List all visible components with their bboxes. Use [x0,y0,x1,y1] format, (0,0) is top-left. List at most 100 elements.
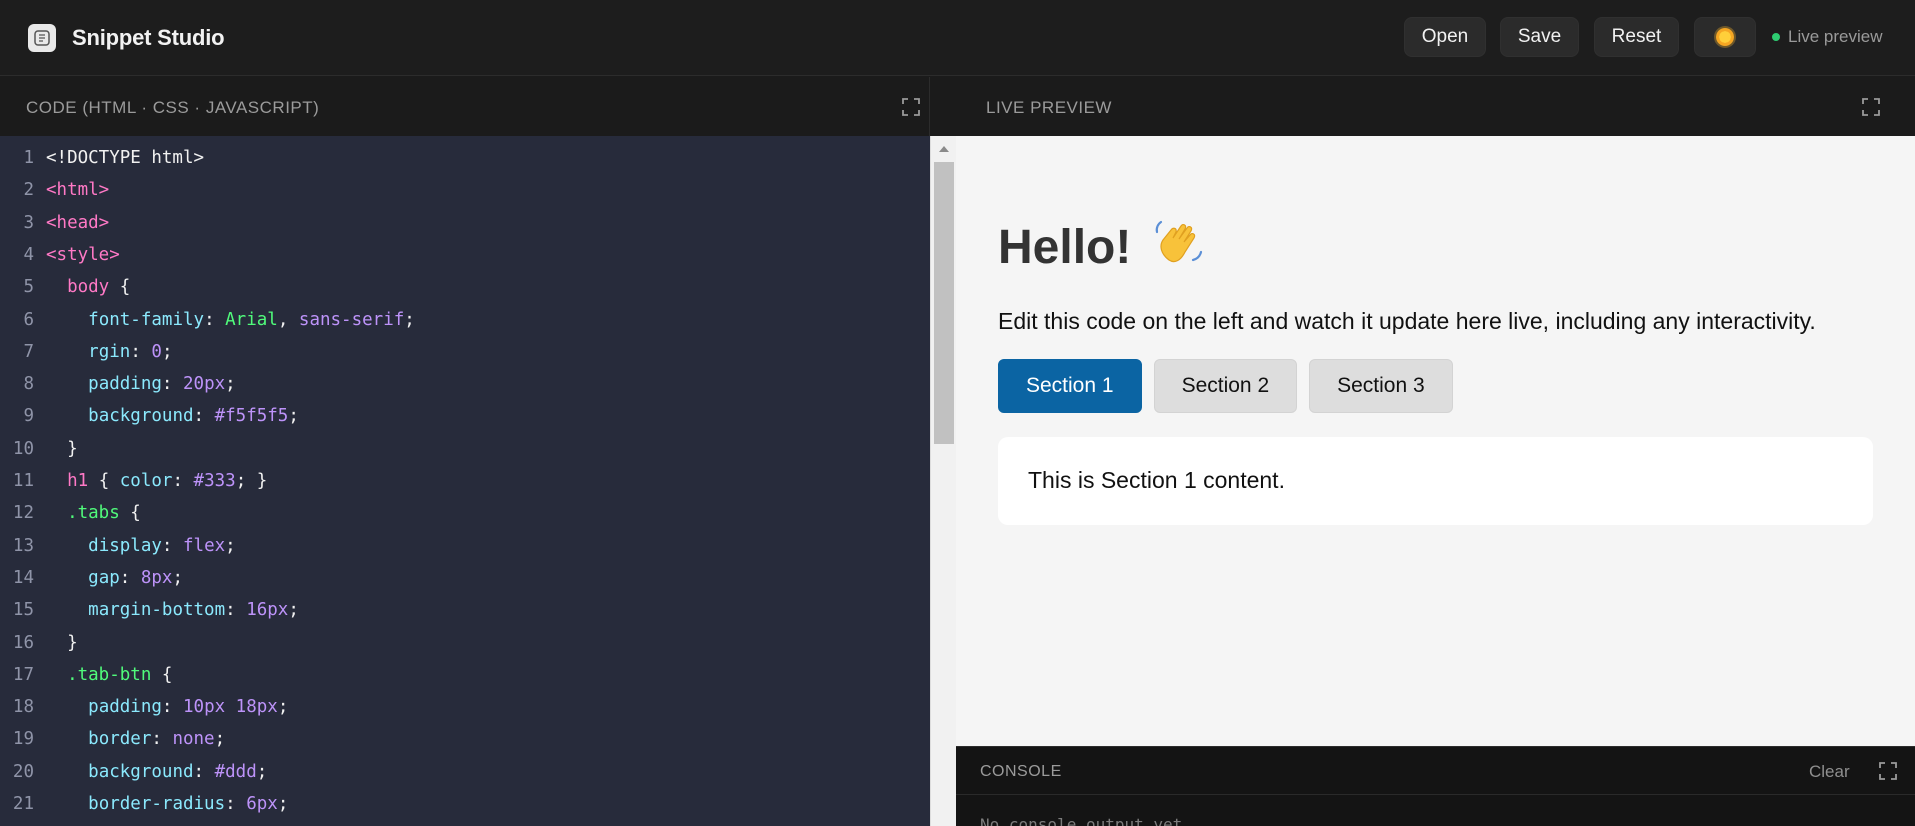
tab-content-panel: This is Section 1 content. [998,437,1873,525]
code-line[interactable]: 21 border-radius: 6px; [0,794,930,826]
code-line[interactable]: 1 <!DOCTYPE html> [0,148,930,180]
code-text[interactable]: margin-bottom: 16px; [46,600,299,620]
code-text[interactable]: <style> [46,245,120,265]
editor-scrollbar[interactable] [930,136,956,826]
code-text[interactable]: padding: 10px 18px; [46,697,288,717]
line-number: 5 [23,277,34,298]
code-line[interactable]: 18 padding: 10px 18px; [0,697,930,729]
code-token: : [204,309,226,330]
code-text[interactable]: h1 { color: #333; } [46,471,267,491]
code-line[interactable]: 4 <style> [0,245,930,277]
code-text[interactable]: <!DOCTYPE html> [46,148,204,168]
code-line[interactable]: 11 h1 { color: #333; } [0,471,930,503]
tab-section-2[interactable]: Section 2 [1153,359,1298,413]
line-number: 10 [12,438,34,459]
code-token: none [172,729,215,750]
code-line[interactable]: 3 <head> [0,213,930,245]
line-number: 16 [12,632,34,653]
code-line[interactable]: 19 border: none; [0,729,930,761]
brain-icon [28,24,56,52]
code-line[interactable]: 6 font-family: Arial, sans-serif; [0,310,930,342]
code-text[interactable]: body { [46,277,130,297]
code-token: gap [88,567,120,588]
preview-heading-text: Hello! [998,220,1132,274]
code-text[interactable]: } [46,633,78,653]
open-button[interactable]: Open [1404,17,1486,57]
code-token: .tabs [67,503,120,524]
code-token: } [46,632,78,653]
code-text[interactable]: <html> [46,180,109,200]
code-text[interactable]: display: flex; [46,536,236,556]
code-token: h1 [67,471,89,491]
console-panel: CONSOLE Clear No console output yet. [956,746,1915,826]
code-line[interactable]: 14 gap: 8px; [0,568,930,600]
reset-button[interactable]: Reset [1594,17,1679,57]
code-panel-title: CODE (HTML · CSS · JAVASCRIPT) [26,98,320,117]
code-token: ; } [235,471,268,491]
scrollbar-thumb[interactable] [934,162,954,444]
line-number: 14 [12,567,34,588]
code-panel-header: CODE (HTML · CSS · JAVASCRIPT) [0,77,930,136]
code-text[interactable]: rgin: 0; [46,342,172,362]
code-line[interactable]: 5 body { [0,277,930,309]
tab-section-1[interactable]: Section 1 [998,359,1142,413]
code-token: ; [161,341,173,362]
code-line[interactable]: 20 background: #ddd; [0,762,930,794]
code-text[interactable]: padding: 20px; [46,374,236,394]
tab-section-3[interactable]: Section 3 [1309,359,1453,413]
theme-toggle-button[interactable] [1694,17,1756,57]
code-token: ; [404,309,415,330]
code-token: background [88,406,194,427]
code-line[interactable]: 2 <html> [0,180,930,212]
code-token: <html> [46,180,110,201]
code-token: margin-bottom [88,600,226,621]
code-text[interactable]: border: none; [46,729,225,749]
expand-icon[interactable] [1878,761,1898,781]
code-token: : [225,794,247,814]
code-text[interactable]: } [46,439,78,459]
expand-icon[interactable] [1861,97,1881,117]
code-line[interactable]: 7 rgin: 0; [0,342,930,374]
console-clear-button[interactable]: Clear [1809,762,1850,782]
line-number: 1 [23,148,34,168]
code-token: padding [88,374,162,395]
code-token: : [193,406,215,427]
code-text[interactable]: .tabs { [46,503,141,523]
scroll-up-arrow-icon[interactable] [939,146,949,152]
code-text[interactable]: gap: 8px; [46,568,183,588]
code-token: padding [88,697,162,718]
console-title: CONSOLE [980,763,1062,780]
code-text[interactable]: font-family: Arial, sans-serif; [46,310,415,330]
code-line[interactable]: 8 padding: 20px; [0,374,930,406]
code-line[interactable]: 13 display: flex; [0,536,930,568]
save-button[interactable]: Save [1500,17,1579,57]
code-token: flex [183,535,226,556]
code-text[interactable]: background: #f5f5f5; [46,406,299,426]
code-line[interactable]: 16 } [0,633,930,665]
code-token: : [130,341,152,362]
code-token: : [119,567,141,588]
code-token: ; [277,697,289,718]
code-text[interactable]: background: #ddd; [46,762,267,782]
sun-icon [1716,28,1734,46]
code-token: ; [225,374,236,395]
code-line[interactable]: 17 .tab-btn { [0,665,930,697]
code-text[interactable]: border-radius: 6px; [46,794,288,814]
console-header: CONSOLE Clear [956,747,1915,795]
code-line[interactable]: 12 .tabs { [0,503,930,535]
code-line[interactable]: 9 background: #f5f5f5; [0,406,930,438]
live-preview-label: Live preview [1788,27,1883,46]
code-token: rgin [88,341,131,362]
status-dot-icon [1772,33,1780,41]
code-line[interactable]: 15 margin-bottom: 16px; [0,600,930,632]
code-token: #ddd [214,761,257,782]
code-line[interactable]: 10 } [0,439,930,471]
expand-icon[interactable] [901,97,921,117]
code-token: 10px 18px [183,697,278,718]
code-text[interactable]: .tab-btn { [46,665,172,685]
code-text[interactable]: <head> [46,213,109,233]
code-editor[interactable]: 1 <!DOCTYPE html> 2 <html> 3 <head> 4 <style> 5 … [0,136,930,826]
